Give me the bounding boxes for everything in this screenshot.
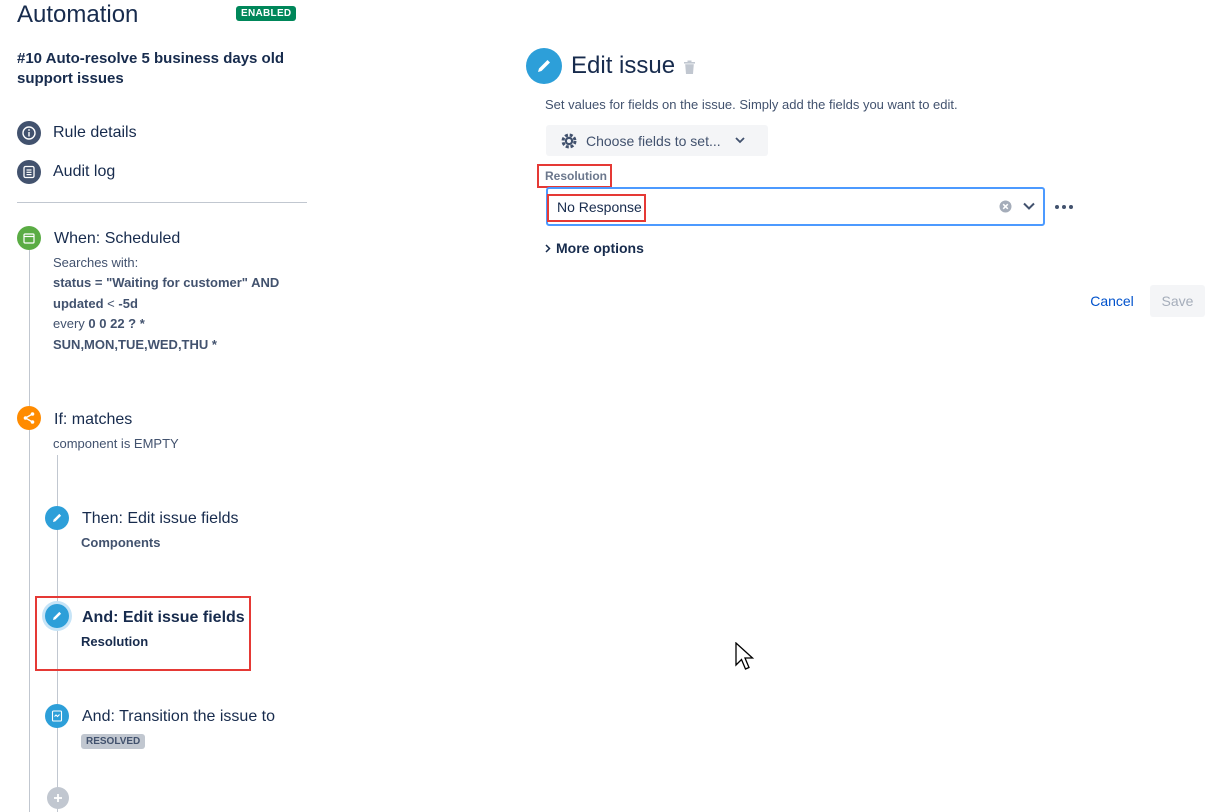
nav-rule-details[interactable]: Rule details (17, 120, 137, 146)
timeline-line (29, 250, 30, 812)
cancel-button[interactable]: Cancel (1082, 286, 1142, 316)
add-step-icon[interactable] (47, 787, 69, 809)
choose-fields-button[interactable]: Choose fields to set... (546, 125, 768, 156)
pencil-icon[interactable] (45, 506, 69, 530)
editor-description: Set values for fields on the issue. Simp… (545, 97, 958, 112)
editor-title: Edit issue (571, 52, 676, 79)
save-button[interactable]: Save (1150, 285, 1205, 317)
schedule-icon[interactable] (17, 226, 41, 250)
enabled-badge: ENABLED (236, 6, 297, 21)
jql-rest: = "Waiting for customer" AND (91, 275, 280, 290)
gear-icon (560, 132, 578, 150)
trash-icon[interactable] (683, 60, 696, 80)
branch-icon[interactable] (17, 406, 41, 430)
trigger-title[interactable]: When: Scheduled (54, 230, 180, 248)
more-options-label: More options (556, 240, 644, 256)
chevron-down-icon[interactable] (1022, 199, 1036, 218)
action3-title[interactable]: And: Transition the issue to (82, 708, 275, 726)
cron-part2: SUN,MON,TUE,WED,THU * (53, 336, 217, 352)
choose-fields-label: Choose fields to set... (586, 132, 721, 149)
chevron-down-icon (735, 137, 745, 144)
clear-icon[interactable] (999, 200, 1012, 218)
jql-field: status (53, 275, 92, 290)
mouse-cursor-icon (735, 641, 755, 677)
edit-pencil-icon (526, 48, 562, 84)
nav-audit-log[interactable]: Audit log (17, 159, 115, 185)
resolved-badge: RESOLVED (81, 734, 146, 749)
list-icon (17, 160, 41, 184)
more-icon[interactable] (1054, 198, 1074, 221)
jql-field: updated (53, 295, 104, 311)
condition-title[interactable]: If: matches (54, 411, 132, 429)
divider (17, 202, 307, 203)
info-icon (17, 121, 41, 145)
field-label: Resolution (545, 169, 607, 183)
nav-label: Audit log (53, 163, 116, 180)
pencil-icon[interactable] (45, 604, 69, 628)
cron-part1: 0 0 22 ? * (88, 316, 145, 331)
condition-detail: component is EMPTY (53, 436, 179, 451)
transition-icon[interactable] (45, 704, 69, 728)
nav-label: Rule details (53, 124, 137, 141)
action2-title[interactable]: And: Edit issue fields (82, 609, 245, 627)
action2-detail: Resolution (81, 634, 149, 649)
resolution-value: No Response (557, 199, 642, 215)
every-label: every (53, 316, 85, 331)
rule-name: #10 Auto-resolve 5 business days old sup… (17, 50, 285, 87)
more-options-toggle[interactable]: More options (545, 240, 644, 256)
chevron-right-icon (545, 240, 551, 256)
app-title: Automation (17, 1, 139, 28)
trigger-searches-label: Searches with: (53, 255, 139, 270)
action1-detail: Components (81, 535, 161, 550)
trigger-jql: status = "Waiting for customer" AND upda… (53, 273, 313, 355)
jql-rest: < -5d (103, 295, 138, 311)
action1-title[interactable]: Then: Edit issue fields (82, 510, 239, 528)
